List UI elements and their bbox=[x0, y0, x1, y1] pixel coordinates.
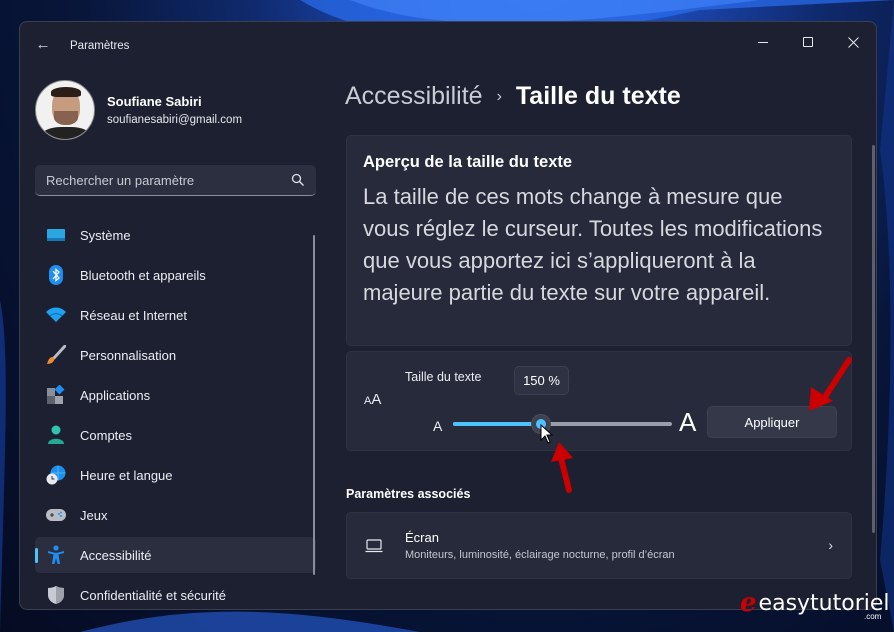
slider-fill bbox=[453, 422, 541, 426]
avatar bbox=[35, 80, 95, 140]
accessibility-icon bbox=[46, 545, 66, 565]
gamepad-icon bbox=[46, 505, 66, 525]
mouse-cursor-icon bbox=[540, 424, 554, 444]
sidebar-item-personalization[interactable]: Personnalisation bbox=[35, 337, 316, 373]
system-icon bbox=[46, 225, 66, 245]
settings-window: ← Paramètres Soufiane Sabiri soufianesab… bbox=[19, 21, 877, 610]
user-profile[interactable]: Soufiane Sabiri soufianesabiri@gmail.com bbox=[35, 79, 242, 141]
chevron-right-icon: › bbox=[828, 537, 833, 553]
text-size-slider-card: AA Taille du texte 150 % A A Appliquer bbox=[346, 351, 852, 451]
account-icon bbox=[46, 425, 66, 445]
sidebar-item-label: Applications bbox=[80, 387, 151, 403]
app-title: Paramètres bbox=[70, 40, 130, 52]
sidebar-item-label: Jeux bbox=[80, 507, 108, 523]
sidebar-item-system[interactable]: Système bbox=[35, 217, 316, 253]
sidebar-item-network[interactable]: Réseau et Internet bbox=[35, 297, 316, 333]
sidebar-item-time-language[interactable]: Heure et langue bbox=[35, 457, 316, 493]
watermark-suffix: .com bbox=[864, 612, 882, 621]
breadcrumb: Accessibilité › Taille du texte bbox=[345, 82, 681, 111]
watermark-logo-icon: e bbox=[740, 588, 757, 618]
sidebar-nav: Système Bluetooth et appareils Réseau et… bbox=[35, 217, 316, 609]
profile-email: soufianesabiri@gmail.com bbox=[107, 114, 243, 126]
back-button[interactable]: ← bbox=[32, 34, 54, 56]
sidebar-item-accessibility[interactable]: Accessibilité bbox=[35, 537, 316, 573]
sidebar-item-gaming[interactable]: Jeux bbox=[35, 497, 316, 533]
bluetooth-icon bbox=[46, 265, 66, 285]
preview-title: Aperçu de la taille du texte bbox=[363, 153, 573, 171]
related-item-display[interactable]: Écran Moniteurs, luminosité, éclairage n… bbox=[346, 512, 852, 579]
slider-value-tooltip: 150 % bbox=[514, 366, 569, 395]
text-size-preview-card: Aperçu de la taille du texte La taille d… bbox=[346, 135, 852, 346]
laptop-icon bbox=[365, 538, 383, 552]
breadcrumb-parent[interactable]: Accessibilité bbox=[345, 82, 483, 111]
maximize-icon bbox=[803, 37, 813, 47]
search-box[interactable] bbox=[35, 165, 316, 196]
sidebar-item-accounts[interactable]: Comptes bbox=[35, 417, 316, 453]
main-scrollbar[interactable] bbox=[872, 145, 875, 533]
chevron-right-icon: › bbox=[496, 87, 502, 105]
sidebar-item-privacy-security[interactable]: Confidentialité et sécurité bbox=[35, 577, 316, 609]
arrow-left-icon: ← bbox=[35, 36, 51, 53]
preview-text: La taille de ces mots change à mesure qu… bbox=[363, 184, 823, 305]
sidebar-scrollbar[interactable] bbox=[313, 235, 315, 575]
sidebar-item-label: Comptes bbox=[80, 427, 133, 443]
page-title: Taille du texte bbox=[515, 82, 681, 110]
slider-min-label: A bbox=[433, 418, 443, 434]
minimize-button[interactable] bbox=[741, 28, 785, 56]
wifi-icon bbox=[46, 305, 66, 325]
close-button[interactable] bbox=[831, 28, 875, 56]
sidebar-item-label: Bluetooth et appareils bbox=[80, 267, 206, 283]
watermark: e easytutoriel .com bbox=[740, 588, 890, 621]
related-item-subtitle: Moniteurs, luminosité, éclairage nocturn… bbox=[405, 549, 675, 561]
profile-name: Soufiane Sabiri bbox=[107, 94, 202, 109]
apps-icon bbox=[46, 385, 66, 405]
title-bar: ← Paramètres bbox=[20, 22, 876, 62]
sidebar-item-label: Accessibilité bbox=[80, 547, 152, 563]
slider-max-label: A bbox=[679, 407, 697, 437]
search-icon[interactable] bbox=[291, 173, 305, 187]
sidebar-item-label: Heure et langue bbox=[80, 467, 173, 483]
sidebar-item-label: Système bbox=[80, 227, 131, 243]
minimize-icon bbox=[758, 41, 768, 43]
font-size-icon: AA bbox=[364, 391, 382, 408]
maximize-button[interactable] bbox=[786, 28, 830, 56]
sidebar-item-bluetooth[interactable]: Bluetooth et appareils bbox=[35, 257, 316, 293]
time-language-icon bbox=[46, 465, 66, 485]
search-input[interactable] bbox=[46, 172, 291, 188]
sidebar-item-applications[interactable]: Applications bbox=[35, 377, 316, 413]
slider-label: Taille du texte bbox=[405, 370, 482, 384]
paintbrush-icon bbox=[46, 345, 66, 365]
sidebar-item-label: Réseau et Internet bbox=[80, 307, 187, 323]
sidebar-item-label: Confidentialité et sécurité bbox=[80, 587, 226, 603]
apply-button[interactable]: Appliquer bbox=[707, 406, 837, 438]
shield-icon bbox=[46, 585, 66, 605]
sidebar-item-label: Personnalisation bbox=[80, 347, 177, 363]
related-settings-heading: Paramètres associés bbox=[346, 487, 471, 501]
text-size-slider[interactable] bbox=[453, 414, 672, 434]
related-item-title: Écran bbox=[405, 530, 439, 545]
close-icon bbox=[847, 36, 859, 48]
